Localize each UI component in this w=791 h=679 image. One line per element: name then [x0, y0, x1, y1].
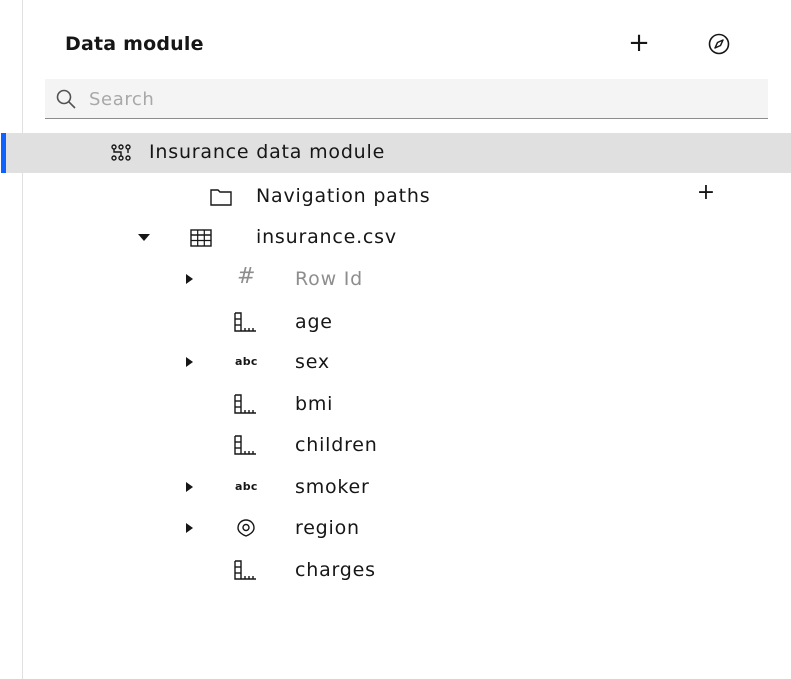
tree-item-age[interactable]: age: [23, 302, 791, 342]
chevron-down-icon[interactable]: [138, 234, 150, 241]
tree-item-label: Insurance data module: [149, 141, 386, 163]
chevron-right-icon[interactable]: [186, 357, 193, 367]
tree-item-label: Navigation paths: [256, 185, 431, 207]
tree-item-charges[interactable]: charges: [23, 550, 791, 590]
panel-header: Data module +: [23, 0, 791, 80]
tree-item-label: insurance.csv: [256, 226, 397, 248]
chevron-right-icon[interactable]: [186, 482, 193, 492]
tree-item-label: charges: [295, 559, 376, 581]
tree-item-navigation-paths[interactable]: Navigation paths +: [23, 176, 791, 216]
chevron-right-icon[interactable]: [186, 523, 193, 533]
tree-item-label: children: [295, 434, 378, 456]
data-module-panel: Data module + Insurance data module Navi: [1, 0, 791, 679]
tree-item-label: age: [295, 311, 333, 333]
chevron-right-icon[interactable]: [186, 274, 193, 284]
data-module-icon: [111, 144, 131, 161]
tree-item-children[interactable]: children: [23, 425, 791, 465]
measure-icon: [234, 394, 256, 414]
tree-item-sex[interactable]: abc sex: [23, 342, 791, 382]
tree-item-label: region: [295, 517, 360, 539]
tree-item-insurance-data-module[interactable]: Insurance data module: [1, 133, 791, 173]
tree-item-smoker[interactable]: abc smoker: [23, 467, 791, 507]
compass-icon[interactable]: [707, 32, 731, 56]
folder-icon: [210, 189, 232, 206]
add-navigation-path-plus-icon[interactable]: +: [691, 178, 721, 208]
tree-item-label: smoker: [295, 476, 370, 498]
measure-icon: [234, 312, 256, 332]
tree-item-region[interactable]: region: [23, 508, 791, 548]
measure-icon: [234, 435, 256, 455]
identifier-icon: #: [237, 264, 256, 289]
tree-item-insurance-csv[interactable]: insurance.csv: [23, 217, 791, 257]
add-source-plus-icon[interactable]: +: [624, 28, 654, 58]
table-icon: [190, 229, 212, 247]
measure-icon: [234, 560, 256, 580]
tree-item-bmi[interactable]: bmi: [23, 384, 791, 424]
tree-item-label: Row Id: [295, 268, 364, 290]
search-input[interactable]: [87, 79, 761, 120]
panel-title: Data module: [65, 33, 204, 55]
search-box: [45, 79, 768, 120]
tree-item-label: bmi: [295, 393, 334, 415]
location-icon: [237, 519, 255, 537]
tree-item-row-id[interactable]: # Row Id: [23, 259, 791, 299]
text-attribute-icon: abc: [235, 480, 258, 493]
tree-item-label: sex: [295, 351, 330, 373]
text-attribute-icon: abc: [235, 355, 258, 368]
search-icon: [56, 89, 76, 109]
